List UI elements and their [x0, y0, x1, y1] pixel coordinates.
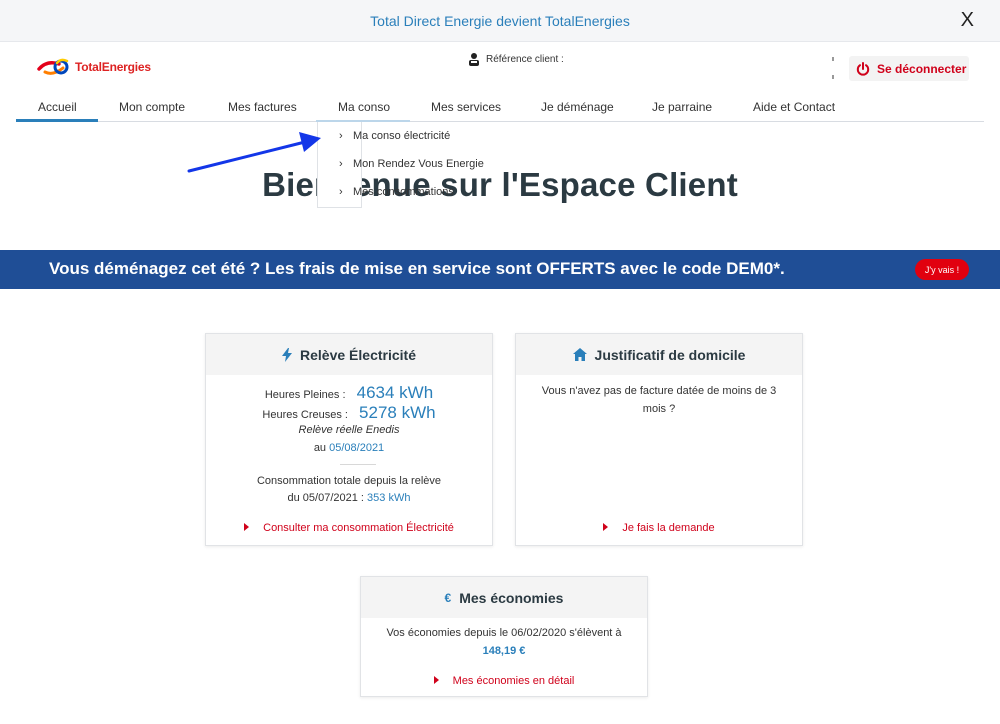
power-icon [856, 61, 870, 76]
client-reference-label: Référence client : [486, 53, 564, 65]
announcement-bar: Total Direct Energie devient TotalEnergi… [0, 0, 1000, 42]
heures-creuses-row: Heures Creuses : 5278 kWh [206, 403, 492, 423]
heures-pleines-value: 4634 kWh [356, 383, 434, 402]
promo-text: Vous déménagez cet été ? Les frais de mi… [49, 259, 785, 278]
releve-date-row: au 05/08/2021 [206, 442, 492, 454]
nav-active-indicator [16, 119, 98, 122]
triangle-right-icon [603, 523, 609, 531]
logout-button[interactable]: Se déconnecter [849, 56, 969, 81]
je-fais-la-demande-link[interactable]: Je fais la demande [516, 522, 802, 534]
releve-date-prefix: au [313, 442, 327, 454]
nav-item-ma-conso[interactable]: Ma conso [338, 100, 390, 114]
euro-icon: € [444, 590, 452, 605]
consulter-consommation-link[interactable]: Consulter ma consommation Électricité [206, 522, 492, 534]
header: TotalEnergies Référence client : Se déco… [0, 42, 1000, 94]
user-icon [469, 53, 479, 66]
economies-line: Vos économies depuis le 06/02/2020 s'élè… [386, 627, 622, 639]
heures-pleines-label: Heures Pleines : [264, 389, 346, 401]
card-title: Relève Électricité [300, 346, 416, 363]
card-header: Relève Électricité [206, 334, 492, 375]
dropdown-item-ma-conso-electricite[interactable]: › Ma conso électricité [339, 130, 450, 142]
releve-type: Relève réelle Enedis [298, 424, 400, 436]
page-title: Bienvenue sur l'Espace Client [262, 166, 738, 203]
chevron-right-icon: › [339, 158, 343, 170]
releve-electricite-card: Relève Électricité Heures Pleines : 4634… [205, 333, 493, 546]
conso-total-row: du 05/07/2021 : 353 kWh [206, 492, 492, 504]
main-nav: Accueil Mon compte Mes factures Ma conso… [16, 94, 984, 122]
logo[interactable]: TotalEnergies [37, 56, 151, 78]
chevron-right-icon: › [339, 186, 343, 198]
header-mark-top [832, 57, 834, 61]
chevron-right-icon: › [339, 130, 343, 142]
totalenergies-logo-icon [37, 58, 69, 75]
lightning-icon [282, 347, 293, 362]
justificatif-line-1: Vous n'avez pas de facture datée de moin… [541, 385, 777, 397]
justificatif-line-2: mois ? [642, 403, 676, 415]
logo-text: TotalEnergies [75, 60, 151, 74]
heures-creuses-value: 5278 kWh [359, 403, 436, 422]
card-title: Mes économies [459, 589, 564, 606]
home-icon [572, 348, 587, 361]
nav-item-accueil[interactable]: Accueil [38, 100, 77, 114]
link-label: Je fais la demande [622, 522, 715, 534]
promo-button[interactable]: J'y vais ! [915, 259, 969, 280]
annotation-arrow-icon [187, 132, 321, 173]
triangle-right-icon [244, 523, 250, 531]
nav-item-aide-contact[interactable]: Aide et Contact [753, 100, 835, 114]
announcement-text: Total Direct Energie devient TotalEnergi… [370, 12, 630, 29]
economies-amount: 148,19 € [482, 645, 526, 657]
card-title: Justificatif de domicile [594, 346, 746, 363]
triangle-right-icon [433, 676, 439, 684]
conso-total-value: 353 kWh [367, 492, 411, 504]
conso-prefix: du 05/07/2021 : [287, 492, 364, 504]
nav-item-je-parraine[interactable]: Je parraine [652, 100, 712, 114]
dropdown-item-label: Ma conso électricité [353, 130, 451, 142]
link-label: Mes économies en détail [452, 675, 575, 687]
dropdown-item-mes-consommations[interactable]: › Mes consommations [339, 186, 454, 198]
header-mark-bottom [832, 75, 834, 79]
dropdown-item-label: Mes consommations [353, 186, 454, 198]
card-header: € Mes économies [361, 577, 647, 618]
heures-pleines-row: Heures Pleines : 4634 kWh [206, 383, 492, 403]
dropdown-item-rendez-vous-energie[interactable]: › Mon Rendez Vous Energie [339, 158, 484, 170]
card-header: Justificatif de domicile [516, 334, 802, 375]
promo-banner: Vous déménagez cet été ? Les frais de mi… [0, 250, 1000, 289]
close-icon[interactable]: X [961, 9, 974, 32]
divider [340, 464, 376, 465]
nav-item-mes-services[interactable]: Mes services [431, 100, 501, 114]
conso-line: Consommation totale depuis la relève [256, 475, 442, 487]
nav-item-mon-compte[interactable]: Mon compte [119, 100, 185, 114]
logout-label: Se déconnecter [877, 61, 967, 76]
nav-item-je-demenage[interactable]: Je déménage [541, 100, 614, 114]
heures-creuses-label: Heures Creuses : [262, 409, 348, 421]
nav-item-mes-factures[interactable]: Mes factures [228, 100, 297, 114]
economies-detail-link[interactable]: Mes économies en détail [361, 675, 647, 687]
justificatif-domicile-card: Justificatif de domicile Vous n'avez pas… [515, 333, 803, 546]
dropdown-item-label: Mon Rendez Vous Energie [353, 158, 484, 170]
releve-date: 05/08/2021 [329, 442, 385, 454]
mes-economies-card: € Mes économies Vos économies depuis le … [360, 576, 648, 697]
client-reference: Référence client : [468, 52, 564, 66]
link-label: Consulter ma consommation Électricité [263, 522, 454, 534]
